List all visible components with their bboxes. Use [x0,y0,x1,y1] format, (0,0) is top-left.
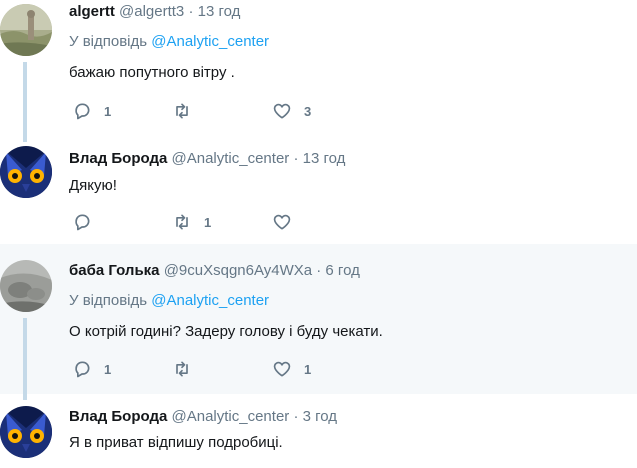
like-button[interactable]: 3 [272,101,311,121]
user-handle[interactable]: @Analytic_center [172,150,290,167]
separator-dot: · [188,3,194,20]
retweet-button[interactable] [172,101,204,121]
reply-context: У відповідь @Analytic_center [69,33,269,50]
tweet-vlad-boroda[interactable]: Влад Борода @Analytic_center · 13 год Дя… [0,140,637,244]
retweet-count: 1 [204,214,212,230]
heart-icon [273,361,291,377]
reply-icon [75,103,90,120]
display-name[interactable]: баба Голька [69,262,160,279]
like-button[interactable] [272,212,304,232]
avatar[interactable] [0,406,52,458]
retweet-button[interactable] [172,359,204,379]
thread-line [23,318,27,400]
separator-dot: · [293,408,299,425]
reply-button[interactable]: 1 [72,359,111,379]
display-name[interactable]: Влад Борода [69,150,167,167]
thread-line [23,62,27,142]
tweet-vlad-boroda-2[interactable]: Влад Борода @Analytic_center · 3 год Я в… [0,394,637,468]
reply-button[interactable] [72,212,104,232]
retweet-icon [176,361,188,377]
reply-mention-link[interactable]: @Analytic_center [151,33,269,50]
tweet-header: Влад Борода @Analytic_center · 3 год [69,408,337,425]
avatar[interactable] [0,4,52,56]
timestamp[interactable]: 6 год [325,262,359,279]
separator-dot: · [316,262,322,279]
timestamp[interactable]: 3 год [303,408,337,425]
retweet-icon [176,214,188,230]
reply-icon [75,214,90,231]
reply-count: 1 [104,361,112,377]
owl-eyes-avatar-icon [0,146,52,198]
reply-icon [75,361,90,378]
user-handle[interactable]: @9cuXsqgn6Ay4WXa [164,262,312,279]
tweet-text: Дякую! [69,177,117,194]
avatar[interactable] [0,260,52,312]
retweet-button[interactable]: 1 [172,212,211,232]
tweet-baba-golka[interactable]: баба Голька @9cuXsqgn6Ay4WXa · 6 год У в… [0,244,637,400]
retweet-icon [176,103,188,119]
like-count: 3 [304,103,312,119]
tweet-text: Я в приват відпишу подробиці. [69,434,283,451]
tweet-header: Влад Борода @Analytic_center · 13 год [69,150,345,167]
reply-prefix: У відповідь [69,292,148,309]
like-count: 1 [304,361,312,377]
heart-icon [273,103,291,119]
tweet-algertt[interactable]: algertt @algertt3 · 13 год У відповідь @… [0,0,637,142]
display-name[interactable]: Влад Борода [69,408,167,425]
display-name[interactable]: algertt [69,3,115,20]
reply-button[interactable]: 1 [72,101,111,121]
heart-icon [273,214,291,230]
tweet-header: algertt @algertt3 · 13 год [69,3,240,20]
reply-prefix: У відповідь [69,33,148,50]
reply-count: 1 [104,103,112,119]
timestamp[interactable]: 13 год [303,150,346,167]
separator-dot: · [293,150,299,167]
like-button[interactable]: 1 [272,359,311,379]
timestamp[interactable]: 13 год [198,3,241,20]
user-handle[interactable]: @Analytic_center [172,408,290,425]
reply-context: У відповідь @Analytic_center [69,292,269,309]
avatar[interactable] [0,146,52,198]
owl-eyes-avatar-icon [0,406,52,458]
grey-photo-avatar-icon [0,260,52,312]
tweet-header: баба Голька @9cuXsqgn6Ay4WXa · 6 год [69,262,360,279]
tweet-text: О котрій годині? Задеру голову і буду че… [69,323,383,340]
landscape-photo-avatar-icon [0,4,52,56]
reply-mention-link[interactable]: @Analytic_center [151,292,269,309]
user-handle[interactable]: @algertt3 [119,3,184,20]
tweet-text: бажаю попутного вітру . [69,64,235,81]
